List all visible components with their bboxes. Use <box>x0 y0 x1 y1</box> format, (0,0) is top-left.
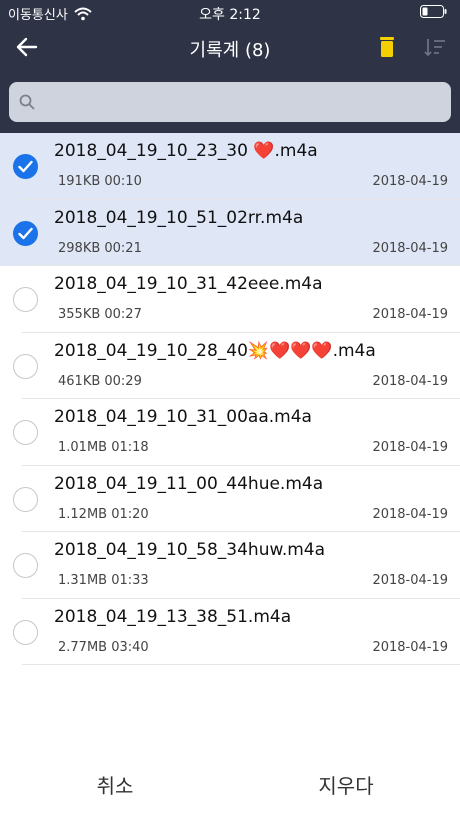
nav-bar: 기록계 (8) <box>0 24 460 70</box>
row-divider <box>22 664 460 665</box>
select-checkbox[interactable] <box>13 154 38 179</box>
select-checkbox[interactable] <box>13 353 38 379</box>
search-bar <box>9 82 451 122</box>
file-name: 2018_04_19_10_31_42eee.m4a <box>54 274 323 294</box>
file-size-duration: 1.12MB 01:20 <box>58 506 149 522</box>
cancel-button[interactable]: 취소 <box>80 770 150 799</box>
file-size-duration: 461KB 00:29 <box>58 373 142 389</box>
file-date: 2018-04-19 <box>372 573 448 588</box>
file-date: 2018-04-19 <box>372 174 448 189</box>
search-input[interactable] <box>43 88 441 116</box>
file-date: 2018-04-19 <box>372 440 448 455</box>
file-size-duration: 1.31MB 01:33 <box>58 573 149 588</box>
select-checkbox[interactable] <box>13 553 38 578</box>
sort-icon[interactable] <box>424 37 446 57</box>
file-name: 2018_04_19_10_58_34huw.m4a <box>54 540 326 560</box>
file-date: 2018-04-19 <box>372 240 448 256</box>
file-size-duration: 191KB 00:10 <box>58 174 142 189</box>
trash-icon[interactable] <box>378 36 396 58</box>
file-date: 2018-04-19 <box>372 373 448 389</box>
recording-list: 2018_04_19_10_23_30 ❤️.m4a 191KB 00:10 2… <box>0 133 460 665</box>
select-checkbox[interactable] <box>13 486 38 512</box>
file-size-duration: 1.01MB 01:18 <box>58 440 149 455</box>
recording-row[interactable]: 2018_04_19_10_23_30 ❤️.m4a 191KB 00:10 2… <box>0 133 460 200</box>
file-name: 2018_04_19_13_38_51.m4a <box>54 606 292 627</box>
header: 이동통신사 오후 2:12 기록계 (8) <box>0 0 460 133</box>
file-name: 2018_04_19_10_23_30 ❤️.m4a <box>54 141 318 161</box>
file-date: 2018-04-19 <box>372 307 448 322</box>
recording-row[interactable]: 2018_04_19_10_58_34huw.m4a 1.31MB 01:33 … <box>0 532 460 599</box>
select-checkbox[interactable] <box>13 220 38 246</box>
search-icon <box>19 94 35 110</box>
file-date: 2018-04-19 <box>372 639 448 655</box>
file-name: 2018_04_19_10_51_02rr.m4a <box>54 207 304 228</box>
recording-row[interactable]: 2018_04_19_10_31_00aa.m4a 1.01MB 01:18 2… <box>0 399 460 466</box>
file-date: 2018-04-19 <box>372 506 448 522</box>
bottom-action-bar: 취소 지우다 <box>0 760 460 808</box>
file-name: 2018_04_19_10_28_40💥❤️❤️❤️.m4a <box>54 340 376 361</box>
delete-button[interactable]: 지우다 <box>306 770 386 799</box>
select-checkbox[interactable] <box>13 420 38 445</box>
file-name: 2018_04_19_11_00_44hue.m4a <box>54 473 324 494</box>
select-checkbox[interactable] <box>13 619 38 645</box>
recording-row[interactable]: 2018_04_19_10_28_40💥❤️❤️❤️.m4a 461KB 00:… <box>0 333 460 399</box>
status-time: 오후 2:12 <box>199 7 261 23</box>
recording-row[interactable]: 2018_04_19_13_38_51.m4a 2.77MB 03:40 201… <box>0 599 460 665</box>
checkmark-icon <box>18 160 33 173</box>
file-name: 2018_04_19_10_31_00aa.m4a <box>54 407 312 427</box>
file-size-duration: 355KB 00:27 <box>58 307 142 322</box>
checkmark-icon <box>18 227 33 239</box>
file-size-duration: 2.77MB 03:40 <box>58 639 149 655</box>
recording-row[interactable]: 2018_04_19_11_00_44hue.m4a 1.12MB 01:20 … <box>0 466 460 532</box>
battery-icon <box>420 5 447 18</box>
status-bar: 이동통신사 오후 2:12 <box>0 0 460 24</box>
recording-row[interactable]: 2018_04_19_10_51_02rr.m4a 298KB 00:21 20… <box>0 199 460 266</box>
recording-row[interactable]: 2018_04_19_10_31_42eee.m4a 355KB 00:27 2… <box>0 266 460 333</box>
file-size-duration: 298KB 00:21 <box>58 240 142 256</box>
select-checkbox[interactable] <box>13 287 38 312</box>
